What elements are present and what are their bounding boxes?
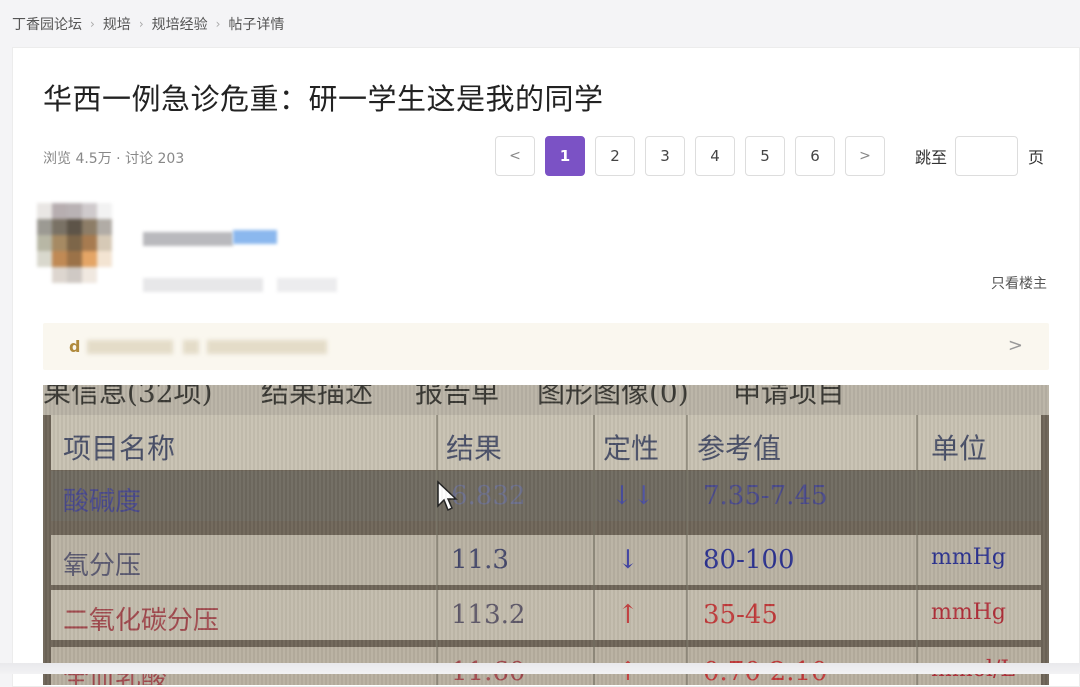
page-button-3[interactable]: 3 — [645, 136, 685, 176]
jump-suffix: 页 — [1028, 148, 1045, 167]
photo-cell-unit: mmHg — [931, 545, 1006, 570]
promo-banner[interactable]: d > — [43, 323, 1049, 370]
chevron-right-icon: > — [1007, 335, 1023, 356]
breadcrumb-item-current: 帖子详情 — [228, 17, 285, 33]
only-op-button[interactable]: 只看楼主 — [991, 273, 1047, 293]
photo-cell-flag: ↓↓ — [611, 481, 655, 511]
photo-cell-result: 6.832 — [451, 481, 526, 511]
banner-logo-icon: d — [69, 337, 81, 356]
banner-text-blurred — [87, 340, 173, 354]
photo-header-cell: 单位 — [931, 432, 988, 465]
breadcrumb-item-forum[interactable]: 丁香园论坛 — [12, 14, 82, 34]
photo-grid-line — [436, 415, 438, 685]
post-title: 华西一例急诊危重：研一学生这是我的同学 — [43, 82, 604, 116]
photo-table-row: 二氧化碳分压 113.2 ↑ 35-45 mmHg — [51, 590, 1041, 640]
photo-table-header: 项目名称 结果 定性 参考值 单位 — [51, 415, 1041, 470]
photo-cell-unit: mmHg — [931, 600, 1006, 625]
next-page-button[interactable]: > — [845, 136, 885, 176]
photo-tab: 申请项目 — [733, 385, 846, 409]
photo-cell-name: 氧分压 — [63, 551, 142, 581]
photo-table-row: 氧分压 11.3 ↓ 80-100 mmHg — [51, 535, 1041, 585]
photo-grid-line — [593, 415, 595, 685]
page-jump: 跳至 页 — [915, 136, 1044, 176]
photo-header-cell: 项目名称 — [63, 432, 176, 465]
jump-label: 跳至 — [915, 148, 948, 167]
page-button-6[interactable]: 6 — [795, 136, 835, 176]
photo-cell-flag: ↑ — [617, 600, 639, 630]
photo-cell-ref: 7.35-7.45 — [703, 481, 828, 511]
photo-tabs-row: 果信息(32项) 结果描述 报告单 图形图像(0) 申请项目 — [43, 385, 1049, 415]
page-bottom-edge — [0, 663, 1080, 674]
banner-text-blurred-2 — [183, 340, 199, 354]
photo-grid-line — [686, 415, 688, 685]
photo-tab: 图形图像(0) — [537, 385, 689, 409]
photo-cell-ref: 80-100 — [703, 545, 795, 575]
photo-header-cell: 参考值 — [697, 432, 782, 465]
jump-page-input[interactable] — [955, 136, 1019, 176]
photo-tab: 报告单 — [415, 385, 500, 409]
page-button-4[interactable]: 4 — [695, 136, 735, 176]
username-blurred[interactable] — [143, 232, 233, 246]
user-meta-blurred-2 — [277, 278, 337, 292]
photo-cell-name: 二氧化碳分压 — [63, 606, 220, 636]
photo-tab: 果信息(32项) — [43, 385, 213, 409]
photo-grid-line — [916, 415, 918, 685]
breadcrumb-separator-icon: › — [90, 17, 95, 31]
photo-header-cell: 定性 — [603, 432, 660, 465]
page-button-1[interactable]: 1 — [545, 136, 585, 176]
mouse-pointer-icon — [437, 480, 458, 512]
breadcrumb: 丁香园论坛 › 规培 › 规培经验 › 帖子详情 — [12, 14, 284, 34]
banner-text-blurred-3 — [207, 340, 327, 354]
photo-tab: 结果描述 — [261, 385, 374, 409]
pagination: < 1 2 3 4 5 6 > 跳至 页 — [495, 136, 1044, 176]
post-stats: 浏览 4.5万 · 讨论 203 — [43, 151, 185, 167]
breadcrumb-item-residency[interactable]: 规培 — [103, 14, 131, 34]
avatar[interactable] — [37, 203, 127, 303]
page-button-5[interactable]: 5 — [745, 136, 785, 176]
page-button-2[interactable]: 2 — [595, 136, 635, 176]
post-card: 华西一例急诊危重：研一学生这是我的同学 浏览 4.5万 · 讨论 203 < 1… — [12, 47, 1080, 687]
photo-cell-name: 酸碱度 — [63, 487, 142, 517]
photo-cell-result: 11.3 — [451, 545, 509, 575]
photo-cell-flag: ↓ — [617, 545, 639, 575]
photo-table-row: 酸碱度 6.832 ↓↓ 7.35-7.45 — [51, 471, 1041, 521]
user-meta-blurred — [143, 278, 263, 292]
breadcrumb-item-experience[interactable]: 规培经验 — [152, 14, 208, 34]
breadcrumb-separator-icon: › — [138, 17, 144, 31]
breadcrumb-separator-icon: › — [215, 17, 221, 31]
post-image-lab-report[interactable]: 果信息(32项) 结果描述 报告单 图形图像(0) 申请项目 项目名称 结果 定… — [43, 385, 1049, 685]
photo-cell-ref: 35-45 — [703, 600, 778, 630]
user-badge-blurred — [233, 230, 277, 244]
photo-cell-result: 113.2 — [451, 600, 526, 630]
photo-header-cell: 结果 — [446, 432, 503, 465]
prev-page-button[interactable]: < — [495, 136, 535, 176]
